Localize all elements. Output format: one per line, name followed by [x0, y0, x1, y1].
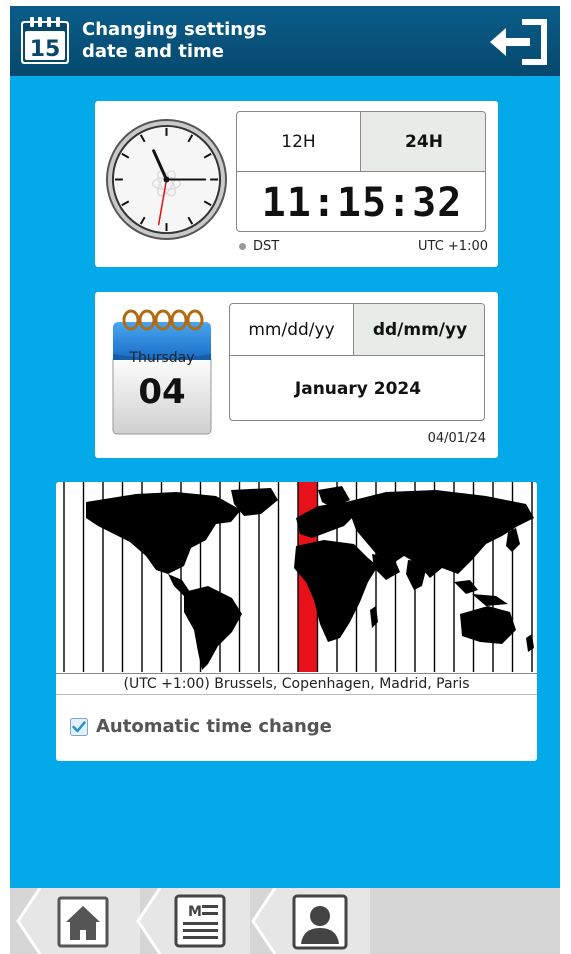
svg-text:15: 15	[30, 37, 61, 62]
nav-user-button[interactable]	[245, 888, 370, 954]
checkbox-checked-icon[interactable]	[70, 717, 88, 736]
timezone-label: (UTC +1:00) Brussels, Copenhagen, Madrid…	[56, 673, 537, 695]
format-mdy-button[interactable]: mm/dd/yy	[230, 304, 354, 356]
menu-document-icon: M	[174, 894, 226, 948]
calendar-icon: 15	[21, 17, 69, 64]
date-display: mm/dd/yy dd/mm/yy January 2024	[229, 303, 485, 421]
bottom-navigation: M	[10, 888, 560, 954]
svg-text:M: M	[188, 904, 202, 920]
format-dmy-button[interactable]: dd/mm/yy	[354, 304, 484, 356]
format-24h-button[interactable]: 24H	[361, 112, 485, 172]
nav-home-button[interactable]	[10, 888, 140, 954]
exit-icon	[490, 19, 547, 65]
home-icon	[57, 896, 109, 948]
calendar-weekday: Thursday	[129, 350, 195, 366]
analog-clock-icon	[105, 118, 228, 241]
automatic-time-change-label: Automatic time change	[96, 716, 332, 737]
short-date-label: 04/01/24	[427, 431, 486, 446]
exit-button[interactable]	[488, 16, 550, 68]
dst-label: DST	[253, 239, 280, 254]
current-month-year[interactable]: January 2024	[230, 356, 484, 420]
page-title: Changing settings date and time	[82, 19, 267, 62]
app-screen: 15 Changing settings date and time 12H 2…	[10, 6, 560, 954]
time-display: 12H 24H 11:15:32	[236, 111, 486, 232]
current-time[interactable]: 11:15:32	[237, 172, 485, 231]
header-bar: 15 Changing settings date and time	[10, 6, 560, 76]
utc-offset-label: UTC +1:00	[418, 239, 488, 254]
calendar-day: 04	[138, 372, 186, 412]
world-timezone-map[interactable]	[56, 482, 537, 672]
desk-calendar-icon	[112, 309, 212, 435]
nav-menu-button[interactable]: M	[130, 888, 250, 954]
dst-indicator[interactable]: DST	[239, 239, 279, 254]
user-icon	[292, 894, 348, 950]
format-12h-button[interactable]: 12H	[237, 112, 361, 172]
dst-dot-icon	[239, 243, 246, 250]
automatic-time-change-option[interactable]: Automatic time change	[70, 716, 332, 737]
time-settings-card: 12H 24H 11:15:32 DST UTC +1:00	[95, 101, 498, 267]
date-settings-card: Thursday 04 mm/dd/yy dd/mm/yy January 20…	[95, 292, 498, 458]
timezone-card: (UTC +1:00) Brussels, Copenhagen, Madrid…	[56, 482, 537, 761]
